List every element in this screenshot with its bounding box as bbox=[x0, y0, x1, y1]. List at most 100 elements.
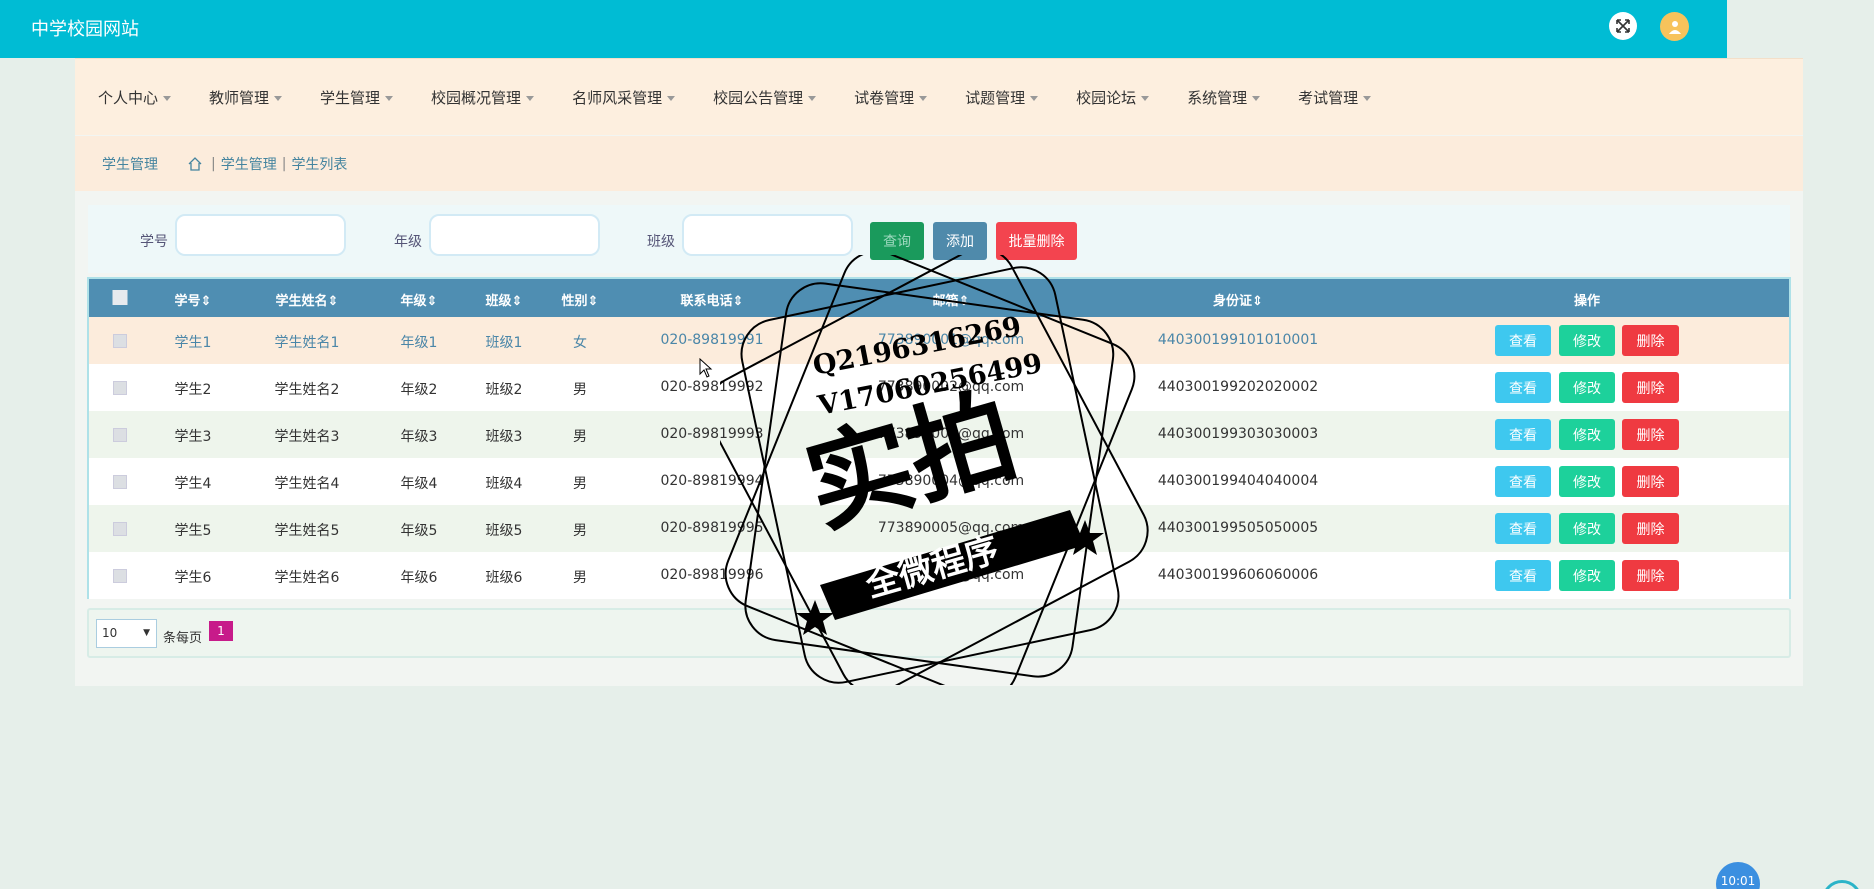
caret-down-icon bbox=[919, 95, 928, 101]
column-header-class[interactable]: 班级⇕ bbox=[486, 290, 523, 309]
view-button[interactable]: 查看 bbox=[1495, 372, 1551, 403]
cell-id-card: 440300199202020002 bbox=[1157, 379, 1319, 395]
cell-grade: 年级4 bbox=[400, 476, 438, 492]
class-input[interactable] bbox=[682, 214, 853, 256]
breadcrumb-separator: | bbox=[211, 155, 216, 172]
cell-grade: 年级1 bbox=[400, 335, 438, 351]
nav-item-student[interactable]: 学生管理 bbox=[320, 87, 394, 108]
nav-label: 系统管理 bbox=[1187, 88, 1248, 107]
column-header-ops: 操作 bbox=[1573, 294, 1601, 309]
column-header-student-no[interactable]: 学号⇕ bbox=[175, 290, 212, 309]
edit-button[interactable]: 修改 bbox=[1559, 419, 1615, 450]
nav-item-exams[interactable]: 考试管理 bbox=[1298, 87, 1372, 108]
site-title: 中学校园网站 bbox=[31, 19, 139, 40]
column-header-grade[interactable]: 年级⇕ bbox=[401, 290, 438, 309]
cell-class: 班级1 bbox=[485, 335, 523, 351]
column-header-gender[interactable]: 性别⇕ bbox=[562, 290, 599, 309]
cell-id-card: 440300199303030003 bbox=[1157, 426, 1319, 442]
nav-label: 校园公告管理 bbox=[713, 88, 804, 107]
breadcrumb: 学生管理 | 学生管理 | 学生列表 bbox=[75, 136, 1803, 191]
cell-name: 学生姓名2 bbox=[274, 382, 340, 398]
class-label: 班级 bbox=[647, 234, 675, 250]
select-all-checkbox[interactable] bbox=[112, 290, 128, 305]
cell-class: 班级5 bbox=[485, 523, 523, 539]
edit-button[interactable]: 修改 bbox=[1559, 466, 1615, 497]
edit-button[interactable]: 修改 bbox=[1559, 513, 1615, 544]
float-widget-icon[interactable] bbox=[1822, 880, 1862, 889]
caret-down-icon bbox=[1363, 95, 1372, 101]
fullscreen-icon[interactable] bbox=[1609, 12, 1637, 40]
caret-down-icon bbox=[667, 95, 676, 101]
cell-name: 学生姓名3 bbox=[274, 429, 340, 445]
stamp-banner-text: 全微程序 bbox=[860, 530, 1003, 606]
home-icon[interactable] bbox=[188, 156, 202, 171]
nav-item-announcements[interactable]: 校园公告管理 bbox=[713, 87, 817, 108]
cell-name: 学生姓名6 bbox=[274, 570, 340, 586]
cell-gender: 男 bbox=[573, 382, 587, 398]
top-bar: 中学校园网站 bbox=[0, 0, 1727, 58]
nav-label: 试题管理 bbox=[965, 88, 1026, 107]
nav-item-forum[interactable]: 校园论坛 bbox=[1076, 87, 1150, 108]
row-checkbox[interactable] bbox=[113, 522, 127, 536]
delete-button[interactable]: 删除 bbox=[1622, 419, 1679, 450]
nav-item-papers[interactable]: 试卷管理 bbox=[854, 87, 928, 108]
page-size-value: 10 bbox=[102, 626, 118, 640]
view-button[interactable]: 查看 bbox=[1495, 325, 1551, 356]
cell-id-card: 440300199505050005 bbox=[1157, 520, 1319, 536]
nav-label: 试卷管理 bbox=[854, 88, 915, 107]
view-button[interactable]: 查看 bbox=[1495, 560, 1551, 591]
view-button[interactable]: 查看 bbox=[1495, 513, 1551, 544]
nav-label: 个人中心 bbox=[98, 88, 159, 107]
delete-button[interactable]: 删除 bbox=[1622, 372, 1679, 403]
cell-student-no: 学生1 bbox=[174, 335, 212, 351]
delete-button[interactable]: 删除 bbox=[1622, 466, 1679, 497]
header-label: 学号 bbox=[174, 294, 201, 309]
cell-student-no: 学生6 bbox=[174, 570, 212, 586]
nav-item-system[interactable]: 系统管理 bbox=[1187, 87, 1261, 108]
page-size-select[interactable]: 10 ▼ bbox=[96, 619, 157, 648]
nav-item-personal-center[interactable]: 个人中心 bbox=[98, 87, 172, 108]
nav-item-famous-teachers[interactable]: 名师风采管理 bbox=[572, 87, 676, 108]
cell-grade: 年级5 bbox=[400, 523, 438, 539]
cell-grade: 年级2 bbox=[400, 382, 438, 398]
mouse-cursor-icon bbox=[699, 358, 713, 378]
clock-widget[interactable]: 10:01 bbox=[1716, 862, 1760, 889]
row-checkbox[interactable] bbox=[113, 381, 127, 395]
edit-button[interactable]: 修改 bbox=[1559, 560, 1615, 591]
view-button[interactable]: 查看 bbox=[1495, 419, 1551, 450]
nav-item-teacher[interactable]: 教师管理 bbox=[209, 87, 283, 108]
nav-label: 学生管理 bbox=[320, 88, 381, 107]
nav-item-campus-overview[interactable]: 校园概况管理 bbox=[431, 87, 535, 108]
row-checkbox[interactable] bbox=[113, 334, 127, 348]
student-no-input[interactable] bbox=[175, 214, 346, 256]
caret-down-icon bbox=[1141, 95, 1150, 101]
edit-button[interactable]: 修改 bbox=[1559, 372, 1615, 403]
cell-gender: 男 bbox=[573, 429, 587, 445]
caret-down-icon bbox=[808, 95, 817, 101]
cell-student-no: 学生2 bbox=[174, 382, 212, 398]
row-checkbox[interactable] bbox=[113, 475, 127, 489]
grade-input[interactable] bbox=[429, 214, 600, 256]
nav-label: 校园概况管理 bbox=[431, 88, 522, 107]
cell-id-card: 440300199101010001 bbox=[1157, 332, 1319, 348]
row-checkbox[interactable] bbox=[113, 428, 127, 442]
star-icon bbox=[796, 600, 834, 635]
cell-name: 学生姓名1 bbox=[274, 335, 340, 351]
breadcrumb-link-student-management[interactable]: 学生管理 bbox=[221, 154, 277, 174]
page-number-current[interactable]: 1 bbox=[209, 621, 233, 641]
cell-id-card: 440300199606060006 bbox=[1157, 567, 1319, 583]
view-button[interactable]: 查看 bbox=[1495, 466, 1551, 497]
row-checkbox[interactable] bbox=[113, 569, 127, 583]
delete-button[interactable]: 删除 bbox=[1622, 325, 1679, 356]
delete-button[interactable]: 删除 bbox=[1622, 513, 1679, 544]
cell-grade: 年级3 bbox=[400, 429, 438, 445]
cell-class: 班级6 bbox=[485, 570, 523, 586]
avatar[interactable] bbox=[1660, 12, 1689, 41]
per-page-label: 条每页 bbox=[163, 631, 203, 646]
column-header-id-card[interactable]: 身份证⇕ bbox=[1213, 290, 1263, 309]
cell-class: 班级4 bbox=[485, 476, 523, 492]
nav-item-questions[interactable]: 试题管理 bbox=[965, 87, 1039, 108]
delete-button[interactable]: 删除 bbox=[1622, 560, 1679, 591]
column-header-name[interactable]: 学生姓名⇕ bbox=[276, 290, 339, 309]
edit-button[interactable]: 修改 bbox=[1559, 325, 1615, 356]
